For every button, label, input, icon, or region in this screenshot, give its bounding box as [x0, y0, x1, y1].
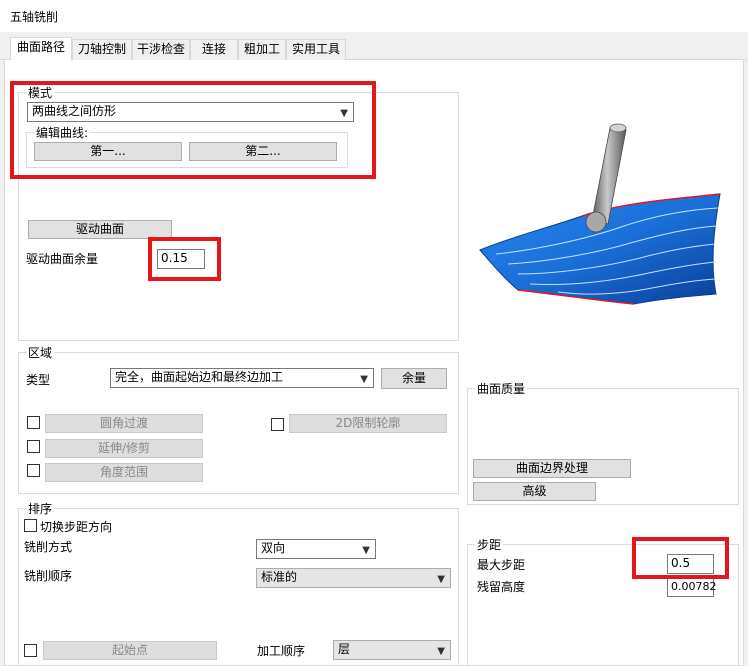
tool-ball-tip [585, 211, 607, 233]
max-stepover-label: 最大步距 [477, 558, 526, 572]
tab-surface-path[interactable]: 曲面路径 [10, 37, 72, 61]
highlight-box-mode [10, 81, 376, 179]
drive-allowance-label: 驱动曲面余量 [26, 252, 99, 266]
mill-order-value: 标准的 [261, 570, 298, 584]
region-type-value: 完全，曲面起始边和最终边加工 [115, 370, 284, 384]
angle-range-checkbox[interactable] [27, 464, 40, 477]
limit2d-button[interactable]: 2D限制轮廓 [289, 414, 447, 433]
fillet-button[interactable]: 圆角过渡 [45, 414, 203, 433]
scallop-height-input[interactable]: 0.00782 [667, 577, 717, 597]
chevron-down-icon: ▼ [437, 574, 445, 585]
machining-order-combo[interactable]: 层 ▼ [333, 640, 451, 660]
machining-order-label: 加工顺序 [257, 644, 306, 658]
chevron-down-icon: ▼ [437, 646, 445, 657]
tab-utilities[interactable]: 实用工具 [286, 39, 346, 60]
highlight-box-drive-allowance [148, 237, 221, 281]
fillet-checkbox[interactable] [27, 416, 40, 429]
window-title: 五轴铣削 [10, 10, 59, 24]
tab-links[interactable]: 连接 [190, 39, 238, 60]
sorting-group-label: 排序 [26, 500, 55, 517]
machining-order-value: 层 [338, 642, 351, 656]
angle-range-button[interactable]: 角度范围 [45, 463, 203, 482]
surface-boundary-button[interactable]: 曲面边界处理 [473, 459, 631, 478]
mill-type-label: 铣削方式 [24, 540, 73, 554]
chevron-down-icon: ▼ [362, 545, 370, 556]
region-group-label: 区域 [26, 344, 55, 361]
mill-order-combo[interactable]: 标准的 ▼ [256, 568, 451, 588]
highlight-box-max-stepover [632, 537, 729, 579]
stepover-group-label: 步距 [475, 536, 504, 553]
switch-stepover-label: 切换步距方向 [40, 520, 113, 534]
mill-type-combo[interactable]: 双向 ▼ [256, 539, 376, 559]
advanced-button[interactable]: 高级 [473, 482, 596, 501]
allowance-button[interactable]: 余量 [381, 368, 447, 389]
region-type-combo[interactable]: 完全，曲面起始边和最终边加工 ▼ [110, 368, 374, 388]
extend-checkbox[interactable] [27, 440, 40, 453]
start-point-checkbox[interactable] [24, 644, 37, 657]
title-bar [0, 0, 748, 32]
surface-quality-label: 曲面质量 [475, 380, 528, 397]
limit2d-checkbox[interactable] [271, 418, 284, 431]
tab-tool-axis[interactable]: 刀轴控制 [72, 39, 132, 60]
region-type-label: 类型 [26, 373, 51, 387]
start-point-button[interactable]: 起始点 [43, 641, 217, 660]
mill-type-value: 双向 [261, 541, 286, 555]
mill-order-label: 铣削顺序 [24, 569, 73, 583]
surface-preview [479, 123, 721, 305]
tab-roughing[interactable]: 粗加工 [238, 39, 286, 60]
scallop-height-label: 残留高度 [477, 580, 526, 594]
extend-trim-button[interactable]: 延伸/修剪 [45, 439, 203, 458]
switch-stepover-checkbox[interactable] [24, 519, 37, 532]
chevron-down-icon: ▼ [360, 374, 368, 385]
tab-collision-check[interactable]: 干涉检查 [132, 39, 190, 60]
